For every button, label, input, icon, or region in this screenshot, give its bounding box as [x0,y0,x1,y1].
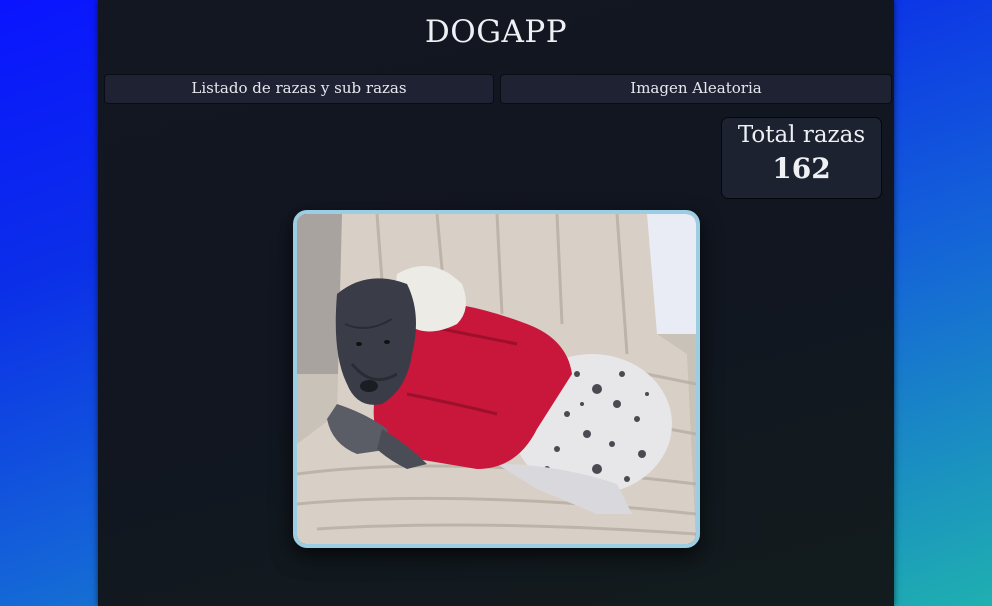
app-title: DOGAPP [424,14,568,50]
dog-image-frame [293,210,700,548]
total-breeds-label: Total razas [737,122,866,148]
app-panel: DOGAPP Listado de razas y sub razas Imag… [98,0,894,606]
random-image-button[interactable]: Imagen Aleatoria [500,74,892,104]
breeds-list-button[interactable]: Listado de razas y sub razas [104,74,494,104]
dog-photo [297,214,696,544]
total-breeds-value: 162 [772,152,831,185]
total-breeds-card: Total razas 162 [721,117,882,199]
